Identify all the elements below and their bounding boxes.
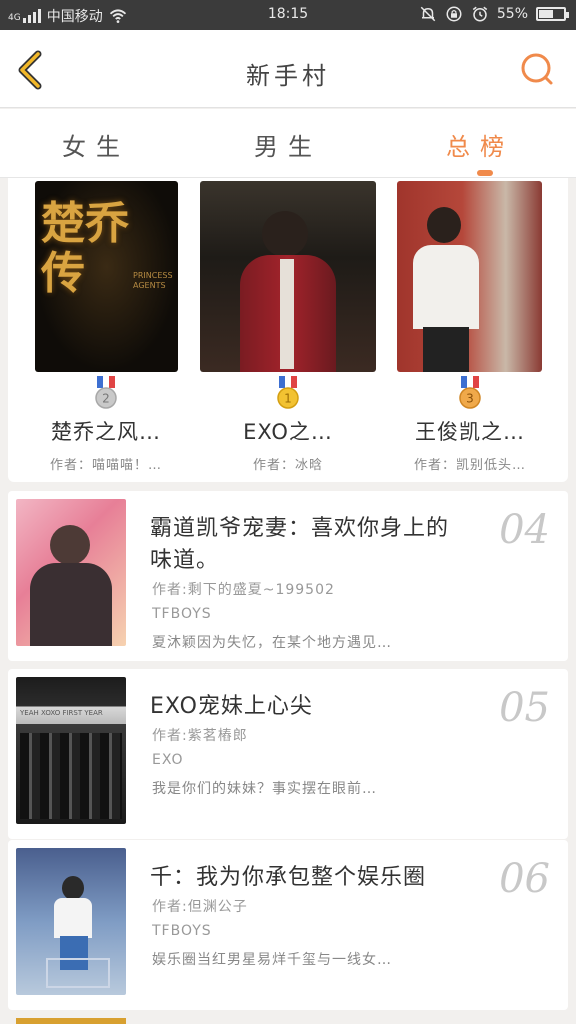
top-three-podium: 楚乔传 PRINCESS AGENTS 2 楚乔之风… 作者：喵喵喵！… 1 E…	[8, 178, 568, 482]
book-cover[interactable]	[16, 499, 126, 646]
tab-female[interactable]: 女生	[0, 127, 192, 162]
book-card-rank-04[interactable]: 霸道凯爷宠妻：喜欢你身上的味道。 作者:剩下的盛夏~199502 TFBOYS …	[8, 491, 568, 661]
book-description: 娱乐圈当红男星易烊千玺与一线女…	[152, 952, 392, 968]
cover-figure-body	[413, 245, 479, 329]
rank-number: 05	[499, 685, 550, 731]
battery-percent: 55%	[496, 6, 528, 22]
mute-bell-icon	[420, 6, 436, 22]
status-right: 55%	[419, 5, 569, 23]
book-title[interactable]: 王俊凯之…	[382, 416, 558, 446]
bronze-medal-icon: 3	[459, 376, 481, 409]
cover-figure	[262, 211, 308, 257]
medal-rank: 1	[284, 392, 292, 406]
book-tag: TFBOYS	[152, 606, 212, 622]
book-title[interactable]: 霸道凯爷宠妻：喜欢你身上的味道。	[150, 513, 470, 577]
book-tag: TFBOYS	[152, 923, 212, 939]
page-title: 新手村	[246, 62, 330, 90]
gold-medal-icon: 1	[277, 376, 299, 409]
book-cover[interactable]	[16, 848, 126, 995]
book-author: 作者：凯别低头…	[413, 458, 526, 473]
book-author: 作者:剩下的盛夏~199502	[152, 582, 335, 598]
alarm-icon	[472, 6, 488, 22]
cover-banner-text: YEAH XOXO FIRST YEAR	[20, 709, 103, 717]
book-cover[interactable]: 楚乔传 PRINCESS AGENTS	[35, 181, 178, 372]
book-card-rank-06[interactable]: 千：我为你承包整个娱乐圈 作者:但渊公子 TFBOYS 娱乐圈当红男星易烊千玺与…	[8, 840, 568, 1010]
category-tabs: 女生 男生 总榜	[0, 109, 576, 178]
rank-number: 06	[499, 856, 550, 902]
tab-male[interactable]: 男生	[192, 127, 384, 162]
book-author: 作者：冰晗	[252, 458, 323, 473]
book-title[interactable]: EXO宠妹上心尖	[150, 691, 470, 723]
battery-fill	[539, 10, 554, 18]
cover-figure-legs	[423, 327, 469, 372]
book-author: 作者:但渊公子	[152, 899, 248, 915]
medal-rank: 3	[466, 392, 474, 406]
book-author: 作者:紫茗樁郎	[152, 728, 248, 744]
book-cover[interactable]	[200, 181, 376, 372]
cover-figure-shirt	[280, 259, 294, 369]
rank-number: 04	[499, 507, 550, 553]
cover-figure-body	[30, 563, 112, 646]
cover-title-art: 楚乔传	[41, 198, 129, 299]
battery-icon	[536, 7, 569, 21]
cover-figure-body	[54, 898, 92, 938]
book-description: 夏沐颖因为失忆，在某个地方遇见…	[152, 635, 392, 651]
book-author: 作者：喵喵喵！…	[49, 458, 162, 473]
book-title[interactable]: 楚乔之风…	[18, 416, 194, 446]
cover-cart	[46, 958, 110, 988]
cover-subtitle: PRINCESS AGENTS	[133, 271, 173, 290]
book-cover[interactable]	[397, 181, 542, 372]
book-title[interactable]: EXO之…	[200, 416, 376, 446]
lock-rotation-icon	[446, 6, 462, 22]
book-title[interactable]: 千：我为你承包整个娱乐圈	[150, 862, 470, 894]
status-bar: 4G 中国移动 18:15 55%	[0, 0, 576, 30]
book-card-rank-05[interactable]: YEAH XOXO FIRST YEAR EXO宠妹上心尖 作者:紫茗樁郎 EX…	[8, 669, 568, 839]
cover-group-figures	[20, 733, 122, 819]
book-tag: EXO	[152, 752, 184, 768]
tab-overall[interactable]: 总榜	[384, 127, 576, 162]
cover-figure-head	[427, 207, 461, 243]
cover-figure	[50, 525, 90, 565]
active-tab-indicator	[477, 170, 493, 176]
book-description: 我是你们的妹妹？事实摆在眼前…	[152, 781, 377, 797]
app-header: 新手村	[0, 30, 576, 108]
search-icon[interactable]	[520, 52, 554, 86]
cover-figure-head	[62, 876, 84, 900]
book-cover[interactable]: YEAH XOXO FIRST YEAR	[16, 677, 126, 824]
silver-medal-icon: 2	[95, 376, 117, 409]
medal-rank: 2	[102, 392, 110, 406]
next-card-peek	[16, 1018, 126, 1024]
